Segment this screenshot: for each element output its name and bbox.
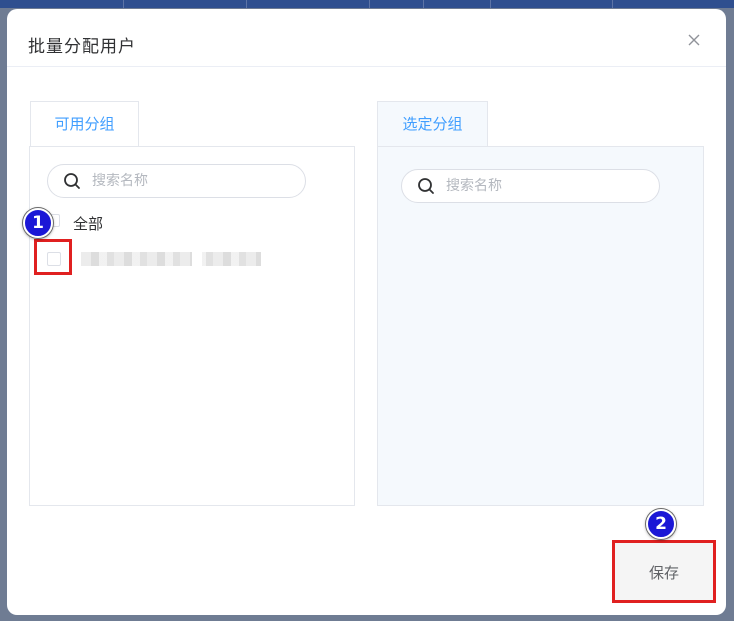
annotation-badge: 1 [23, 208, 53, 238]
redacted-group-name [81, 252, 261, 266]
selected-groups-panel [377, 146, 704, 506]
batch-assign-users-dialog: 批量分配用户 可用分组 全部 选定分组 保存 [7, 9, 726, 615]
top-bar-divider [369, 0, 370, 8]
dialog-title: 批量分配用户 [28, 37, 136, 57]
selected-search-box[interactable] [401, 169, 660, 203]
top-bar-divider [123, 0, 124, 8]
search-icon [64, 173, 80, 189]
top-bar-divider [423, 0, 424, 8]
tab-selected-groups[interactable]: 选定分组 [377, 101, 488, 146]
available-search-input[interactable] [92, 171, 292, 191]
available-search-box[interactable] [47, 164, 306, 198]
annotation-badge: 2 [646, 509, 676, 539]
item-checkbox[interactable] [47, 252, 61, 266]
redacted-gap [192, 252, 202, 266]
app-top-bar [0, 0, 734, 8]
search-icon [418, 178, 434, 194]
top-bar-divider [490, 0, 491, 8]
top-bar-divider [612, 0, 613, 8]
tab-available-groups[interactable]: 可用分组 [30, 101, 139, 146]
available-groups-panel: 全部 [29, 146, 355, 506]
header-divider [7, 66, 726, 67]
selected-search-input[interactable] [446, 176, 646, 196]
close-icon[interactable] [684, 30, 704, 50]
top-bar-divider [246, 0, 247, 8]
save-button[interactable]: 保存 [613, 542, 715, 602]
select-all-label: 全部 [73, 215, 104, 233]
